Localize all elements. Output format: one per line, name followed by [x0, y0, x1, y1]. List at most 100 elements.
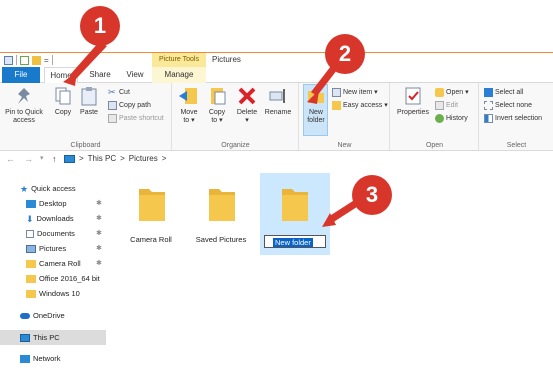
history-icon [435, 113, 444, 123]
rename-button[interactable]: Rename [263, 86, 293, 117]
copy-to-button[interactable]: Copy to ▾ [205, 86, 229, 125]
pin-icon [14, 86, 34, 106]
select-group: Select all Select none Invert selection … [480, 83, 553, 151]
edit-button[interactable]: Edit [435, 100, 458, 111]
new-folder-qat-icon[interactable] [32, 55, 41, 65]
tab-view[interactable]: View [122, 67, 148, 83]
download-icon: ⬇ [26, 214, 34, 225]
callout-2-arrow [307, 66, 337, 104]
nav-item-windows-10[interactable]: Windows 10 [0, 286, 106, 301]
document-icon [26, 230, 34, 239]
nav-item-this-pc[interactable]: This PC [0, 330, 106, 345]
new-group-label: New [337, 142, 352, 149]
folder-label: Saved Pictures [195, 235, 247, 244]
nav-item-documents[interactable]: Documents ✱ [0, 226, 106, 241]
select-all-button[interactable]: Select all [484, 87, 523, 98]
open-group: Properties Open ▾ Edit History Open [391, 83, 479, 151]
computer-icon [20, 334, 30, 343]
clipboard-group-label: Clipboard [70, 142, 101, 149]
select-none-icon [484, 100, 493, 110]
window-icon[interactable] [4, 55, 13, 65]
paste-shortcut-icon [108, 113, 117, 123]
nav-item-pictures[interactable]: Pictures ✱ [0, 241, 106, 256]
contextual-group-label: Picture Tools [152, 53, 206, 67]
pin-quick-access-button[interactable]: Pin to Quick access [4, 86, 44, 125]
folder-icon [209, 189, 235, 221]
callout-1: 1 [80, 6, 120, 46]
organize-group: Move to ▾ Copy to ▾ Delete ▾ Rename Orga… [173, 83, 299, 151]
breadcrumb-pictures[interactable]: Pictures [129, 151, 158, 167]
copy-path-button[interactable]: Copy path [108, 100, 151, 111]
address-bar: ← → ▾ ↑ > This PC > Pictures > [0, 151, 553, 167]
this-pc-icon [64, 155, 75, 163]
edit-icon [435, 100, 444, 110]
folder-item-camera-roll[interactable]: Camera Roll [120, 173, 182, 244]
back-arrow-icon[interactable]: ← [6, 151, 15, 167]
nav-item-network[interactable]: Network [0, 351, 106, 366]
callout-1-arrow [63, 42, 107, 86]
window-title: Pictures [212, 55, 241, 64]
qat-customize-icon[interactable]: = [44, 56, 49, 65]
pin-icon[interactable]: ✱ [96, 211, 102, 226]
select-group-label: Select [506, 142, 527, 149]
rename-input[interactable]: New folder [264, 235, 326, 248]
invert-selection-button[interactable]: Invert selection [484, 113, 542, 124]
folder-icon [26, 275, 36, 284]
select-none-button[interactable]: Select none [484, 100, 532, 111]
select-all-icon [484, 87, 493, 97]
nav-item-downloads[interactable]: ⬇ Downloads ✱ [0, 211, 106, 226]
organize-group-label: Organize [221, 142, 250, 149]
breadcrumb: > This PC > Pictures > [64, 151, 166, 167]
pictures-icon [26, 245, 36, 254]
explorer-window: = Picture Tools Pictures File Home Share… [0, 52, 553, 382]
pin-icon[interactable]: ✱ [96, 196, 102, 211]
properties-button[interactable]: Properties [395, 86, 431, 117]
delete-button[interactable]: Delete ▾ [235, 86, 259, 125]
network-icon [20, 355, 30, 364]
up-arrow-icon[interactable]: ↑ [52, 151, 57, 167]
properties-qat-icon[interactable] [20, 55, 29, 65]
callout-3: 3 [352, 175, 392, 215]
properties-icon [403, 86, 423, 106]
nav-item-quick-access[interactable]: ★ Quick access [0, 181, 106, 196]
copy-button[interactable]: Copy [52, 86, 74, 117]
open-icon [435, 87, 444, 97]
breadcrumb-this-pc[interactable]: This PC [88, 151, 116, 167]
folder-icon [26, 260, 36, 269]
move-to-button[interactable]: Move to ▾ [177, 86, 201, 125]
move-to-icon [179, 86, 199, 106]
pin-icon[interactable]: ✱ [96, 241, 102, 256]
copy-path-icon [108, 100, 117, 110]
clipboard-group: Pin to Quick access Copy Paste ✂ Cut Copy… [0, 83, 172, 151]
invert-selection-icon [484, 113, 493, 123]
rename-text: New folder [273, 238, 313, 247]
tab-manage[interactable]: Manage [152, 67, 206, 83]
nav-item-office-2016[interactable]: Office 2016_64 bit [0, 271, 106, 286]
folder-item-saved-pictures[interactable]: Saved Pictures [190, 173, 252, 244]
nav-item-camera-roll[interactable]: Camera Roll ✱ [0, 256, 106, 271]
callout-2: 2 [325, 34, 365, 74]
forward-arrow-icon[interactable]: → [24, 151, 33, 167]
rename-icon [268, 86, 288, 106]
cloud-icon [20, 313, 30, 320]
nav-item-onedrive[interactable]: OneDrive [0, 308, 106, 323]
navigation-pane: ★ Quick access Desktop ✱ ⬇ Downloads ✱ Doc… [0, 173, 106, 382]
ribbon: Pin to Quick access Copy Paste ✂ Cut Copy… [0, 83, 553, 151]
folder-label: Camera Roll [130, 235, 172, 244]
recent-dropdown-icon[interactable]: ▾ [40, 151, 44, 167]
desktop-icon [26, 200, 36, 209]
pin-icon[interactable]: ✱ [96, 256, 102, 271]
paste-shortcut-button[interactable]: Paste shortcut [108, 113, 164, 124]
nav-item-desktop[interactable]: Desktop ✱ [0, 196, 106, 211]
folder-icon [282, 189, 308, 221]
open-button[interactable]: Open ▾ [435, 87, 469, 98]
open-group-label: Open [425, 142, 444, 149]
pin-icon[interactable]: ✱ [96, 226, 102, 241]
star-icon: ★ [20, 184, 29, 195]
paste-button[interactable]: Paste [78, 86, 100, 117]
folder-icon [139, 189, 165, 221]
tab-file[interactable]: File [2, 67, 40, 83]
copy-to-icon [207, 86, 227, 106]
folder-icon [26, 290, 36, 299]
history-button[interactable]: History [435, 113, 468, 124]
